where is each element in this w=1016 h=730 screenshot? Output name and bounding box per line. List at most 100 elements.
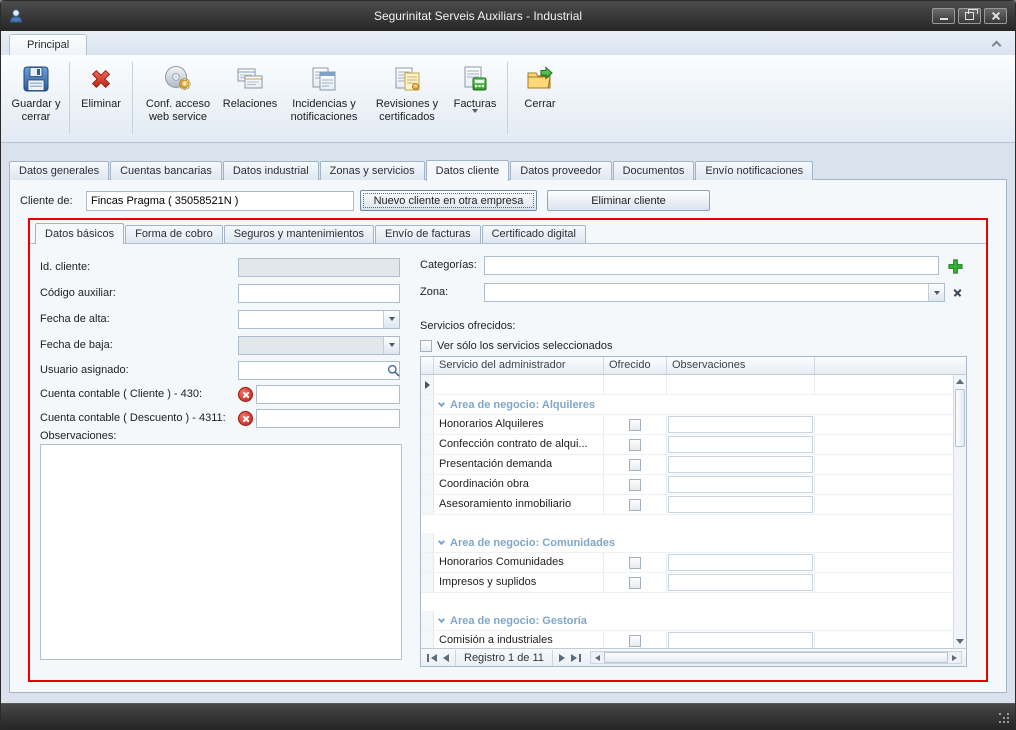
cerrar-button[interactable]: Cerrar — [512, 58, 568, 138]
next-record-icon — [559, 654, 565, 662]
relaciones-button[interactable]: Relaciones — [219, 58, 281, 138]
column-header-observaciones[interactable]: Observaciones — [667, 357, 815, 374]
fecha-baja-combo[interactable] — [238, 336, 400, 355]
tab-datos-industrial[interactable]: Datos industrial — [223, 161, 319, 180]
add-categoria-button[interactable] — [945, 256, 965, 276]
field-row-cuenta-cliente: Cuenta contable ( Cliente ) - 430: — [40, 384, 412, 404]
chevron-down-icon[interactable] — [383, 337, 399, 354]
minimize-icon — [940, 18, 948, 20]
fecha-alta-combo[interactable] — [238, 310, 400, 329]
ribbon-tab-principal[interactable]: Principal — [9, 34, 87, 55]
ribbon-collapse-button[interactable] — [989, 38, 1003, 50]
ofrecido-checkbox[interactable] — [629, 635, 641, 647]
error-icon — [238, 411, 253, 426]
hscrollbar-thumb[interactable] — [604, 652, 948, 663]
collapse-chevron-icon[interactable] — [438, 399, 445, 406]
revisions-certificates-icon — [392, 62, 422, 96]
grid-row[interactable]: Impresos y suplidos — [421, 573, 953, 593]
status-bar — [1, 703, 1015, 729]
next-record-button[interactable] — [556, 654, 568, 662]
codigo-auxiliar-input[interactable] — [238, 284, 400, 303]
usuario-asignado-field[interactable] — [238, 361, 400, 380]
tab-datos-generales[interactable]: Datos generales — [9, 161, 109, 180]
collapse-chevron-icon[interactable] — [438, 615, 445, 622]
last-record-button[interactable] — [568, 654, 584, 662]
collapse-chevron-icon[interactable] — [438, 537, 445, 544]
grid-row[interactable]: Comisión a industriales — [421, 631, 953, 648]
record-counter: Registro 1 de 11 — [455, 650, 553, 666]
guardar-y-cerrar-button[interactable]: Guardar y cerrar — [7, 58, 65, 138]
tab-zonas-y-servicios[interactable]: Zonas y servicios — [320, 161, 425, 180]
subtab-seguros[interactable]: Seguros y mantenimientos — [224, 225, 374, 243]
subtab-forma-de-cobro[interactable]: Forma de cobro — [125, 225, 223, 243]
ofrecido-checkbox[interactable] — [629, 499, 641, 511]
eliminar-button[interactable]: Eliminar — [74, 58, 128, 138]
indicator-column-header — [421, 357, 434, 374]
tab-envio-notificaciones[interactable]: Envío notificaciones — [695, 161, 813, 180]
resize-grip[interactable] — [999, 713, 1011, 725]
grid-row[interactable]: Confección contrato de alqui... — [421, 435, 953, 455]
grid-row[interactable]: Honorarios Comunidades — [421, 553, 953, 573]
ribbon-toolbar: Guardar y cerrar Eliminar Conf. acceso w… — [1, 55, 1015, 143]
scroll-right-button[interactable] — [948, 652, 961, 663]
scroll-up-button[interactable] — [954, 375, 966, 388]
app-icon — [8, 8, 24, 24]
subtab-datos-basicos[interactable]: Datos básicos — [35, 223, 124, 244]
horizontal-scrollbar[interactable] — [590, 651, 962, 664]
observaciones-textarea[interactable] — [40, 444, 402, 660]
scroll-down-button[interactable] — [954, 635, 966, 648]
conf-acceso-web-service-button[interactable]: Conf. acceso web service — [137, 58, 219, 138]
restore-button[interactable] — [958, 8, 981, 24]
grid-rows: Area de negocio: Alquileres Honorarios A… — [421, 375, 953, 648]
categorias-input[interactable] — [484, 256, 939, 275]
cuenta-cliente-input[interactable] — [256, 385, 400, 404]
cuenta-cliente-label: Cuenta contable ( Cliente ) - 430: — [40, 388, 238, 400]
ofrecido-checkbox[interactable] — [629, 479, 641, 491]
ofrecido-checkbox[interactable] — [629, 419, 641, 431]
column-header-ofrecido[interactable]: Ofrecido — [604, 357, 667, 374]
tab-datos-cliente[interactable]: Datos cliente — [426, 160, 510, 181]
revisiones-button[interactable]: Revisiones y certificados — [367, 58, 447, 138]
nuevo-cliente-button[interactable]: Nuevo cliente en otra empresa — [360, 190, 537, 211]
cliente-de-label: Cliente de: — [20, 195, 86, 207]
minimize-button[interactable] — [932, 8, 955, 24]
prev-record-button[interactable] — [440, 654, 452, 662]
chevron-down-icon[interactable] — [928, 284, 944, 301]
cliente-input[interactable] — [86, 191, 354, 211]
search-icon[interactable] — [387, 364, 400, 377]
zona-combo[interactable] — [484, 283, 945, 302]
tab-datos-proveedor[interactable]: Datos proveedor — [510, 161, 611, 180]
scrollbar-thumb[interactable] — [955, 389, 965, 447]
ofrecido-checkbox[interactable] — [629, 557, 641, 569]
grid-group-row[interactable]: Area de negocio: Alquileres — [421, 395, 953, 415]
cuenta-descuento-input[interactable] — [256, 409, 400, 428]
grid-group-row[interactable]: Area de negocio: Gestoría — [421, 611, 953, 631]
tab-cuentas-bancarias[interactable]: Cuentas bancarias — [110, 161, 222, 180]
grid-row-active[interactable] — [421, 375, 953, 395]
grid-row[interactable]: Asesoramiento inmobiliario — [421, 495, 953, 515]
servicios-ofrecidos-label: Servicios ofrecidos: — [420, 320, 515, 332]
subtab-certificado-digital[interactable]: Certificado digital — [482, 225, 586, 243]
subtab-envio-facturas[interactable]: Envío de facturas — [375, 225, 481, 243]
incidencias-button[interactable]: Incidencias y notificaciones — [281, 58, 367, 138]
facturas-button[interactable]: Facturas — [447, 58, 503, 138]
tab-documentos[interactable]: Documentos — [613, 161, 695, 180]
ofrecido-checkbox[interactable] — [629, 459, 641, 471]
close-button[interactable] — [984, 8, 1007, 24]
ofrecido-checkbox[interactable] — [629, 577, 641, 589]
grid-row[interactable]: Honorarios Alquileres — [421, 415, 953, 435]
vertical-scrollbar[interactable] — [953, 375, 966, 648]
scroll-left-button[interactable] — [591, 652, 604, 663]
grid-row[interactable]: Presentación demanda — [421, 455, 953, 475]
grid-group-row[interactable]: Area de negocio: Comunidades — [421, 533, 953, 553]
usuario-asignado-input[interactable] — [239, 363, 387, 378]
separator — [507, 62, 508, 134]
grid-row[interactable]: Coordinación obra — [421, 475, 953, 495]
eliminar-cliente-button[interactable]: Eliminar cliente — [547, 190, 710, 211]
clear-zona-button[interactable] — [949, 284, 965, 301]
ver-solo-checkbox[interactable] — [420, 340, 432, 352]
first-record-button[interactable] — [424, 654, 440, 662]
ofrecido-checkbox[interactable] — [629, 439, 641, 451]
column-header-servicio[interactable]: Servicio del administrador — [434, 357, 604, 374]
chevron-down-icon[interactable] — [383, 311, 399, 328]
